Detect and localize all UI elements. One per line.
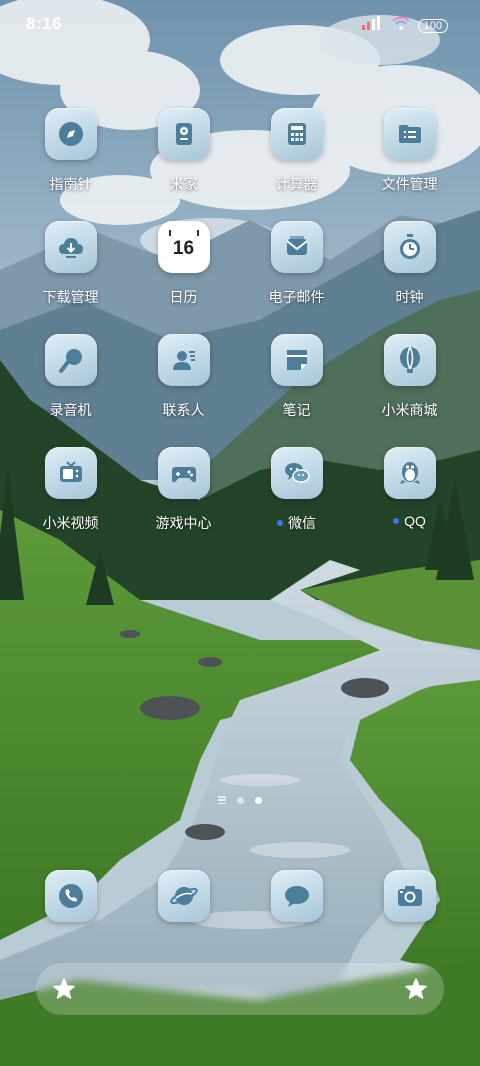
- app-label: 小米商城: [381, 402, 438, 418]
- page-dot-active: [255, 796, 262, 804]
- status-bar: 8:16 100: [0, 0, 480, 50]
- app-download-manager[interactable]: 下载管理: [14, 221, 127, 334]
- dock-phone[interactable]: [14, 870, 127, 922]
- app-mi-store[interactable]: 小米商城: [353, 334, 466, 447]
- app-contacts[interactable]: 联系人: [127, 334, 240, 447]
- app-label: 录音机: [49, 402, 92, 418]
- tv-icon: [44, 447, 97, 499]
- page-indicator[interactable]: [0, 796, 480, 804]
- status-time: 8:16: [26, 14, 63, 33]
- compass-icon: [44, 108, 97, 160]
- app-label: 下载管理: [42, 289, 99, 305]
- mail-icon: [270, 221, 323, 273]
- app-label: 联系人: [162, 402, 205, 418]
- notes-icon: [270, 334, 323, 386]
- app-qq[interactable]: QQ: [353, 447, 466, 560]
- app-label: 指南针: [49, 176, 92, 192]
- page-dot: [237, 796, 244, 804]
- cloud-download-icon: [44, 221, 97, 273]
- contact-icon: [157, 334, 210, 386]
- stopwatch-icon: [383, 221, 436, 273]
- star-icon[interactable]: [404, 977, 428, 1001]
- minus-one-screen-indicator: [218, 796, 226, 804]
- wifi-icon: [391, 16, 410, 35]
- dock: [14, 870, 466, 922]
- app-label: 游戏中心: [155, 515, 212, 531]
- status-icons: 100: [361, 16, 448, 35]
- battery-indicator: 100: [417, 18, 448, 33]
- app-wechat[interactable]: 微信: [240, 447, 353, 560]
- app-label: 计算器: [275, 176, 318, 192]
- wechat-icon: [270, 447, 323, 499]
- qq-penguin-icon: [383, 447, 436, 499]
- microphone-icon: [44, 334, 97, 386]
- dock-messages[interactable]: [240, 870, 353, 922]
- message-bubble-icon: [270, 870, 323, 922]
- app-notes[interactable]: 笔记: [240, 334, 353, 447]
- new-install-dot: [393, 518, 400, 524]
- app-label: 时钟: [395, 289, 424, 305]
- app-mi-video[interactable]: 小米视频: [14, 447, 127, 560]
- calendar-icon: 16: [157, 221, 210, 273]
- app-file-manager[interactable]: 文件管理: [353, 108, 466, 221]
- balloon-icon: [383, 334, 436, 386]
- gamepad-icon: [157, 447, 210, 499]
- dock-camera[interactable]: [353, 870, 466, 922]
- app-mijia[interactable]: 米家: [127, 108, 240, 221]
- app-label: 文件管理: [381, 176, 438, 192]
- calendar-date: 16: [172, 238, 195, 259]
- new-install-dot: [277, 520, 283, 526]
- app-label: 电子邮件: [268, 289, 325, 305]
- app-clock[interactable]: 时钟: [353, 221, 466, 334]
- phone-icon: [44, 870, 97, 922]
- app-calendar[interactable]: 16 日历: [127, 221, 240, 334]
- app-label: 微信: [288, 515, 316, 531]
- browser-planet-icon: [157, 870, 210, 922]
- calculator-icon: [270, 108, 323, 160]
- app-label: 笔记: [282, 402, 311, 418]
- app-recorder[interactable]: 录音机: [14, 334, 127, 447]
- app-compass[interactable]: 指南针: [14, 108, 127, 221]
- app-label: 日历: [169, 289, 198, 305]
- star-icon[interactable]: [52, 977, 76, 1001]
- app-game-center[interactable]: 游戏中心: [127, 447, 240, 560]
- app-email[interactable]: 电子邮件: [240, 221, 353, 334]
- dock-browser[interactable]: [127, 870, 240, 922]
- app-label-with-badge: QQ: [393, 513, 426, 529]
- app-label: QQ: [404, 513, 426, 529]
- app-label-with-badge: 微信: [277, 513, 316, 533]
- mijia-speaker-icon: [157, 108, 210, 160]
- bottom-tray: [36, 963, 444, 1015]
- app-grid: 指南针 米家 计算器 文件管理 下载管理 16 日历 电子邮件 时钟 录音机 联…: [14, 108, 466, 560]
- camera-icon: [383, 870, 436, 922]
- app-calculator[interactable]: 计算器: [240, 108, 353, 221]
- app-label: 米家: [169, 176, 198, 192]
- signal-icon: [361, 16, 384, 35]
- folder-icon: [383, 108, 436, 160]
- app-label: 小米视频: [42, 515, 99, 531]
